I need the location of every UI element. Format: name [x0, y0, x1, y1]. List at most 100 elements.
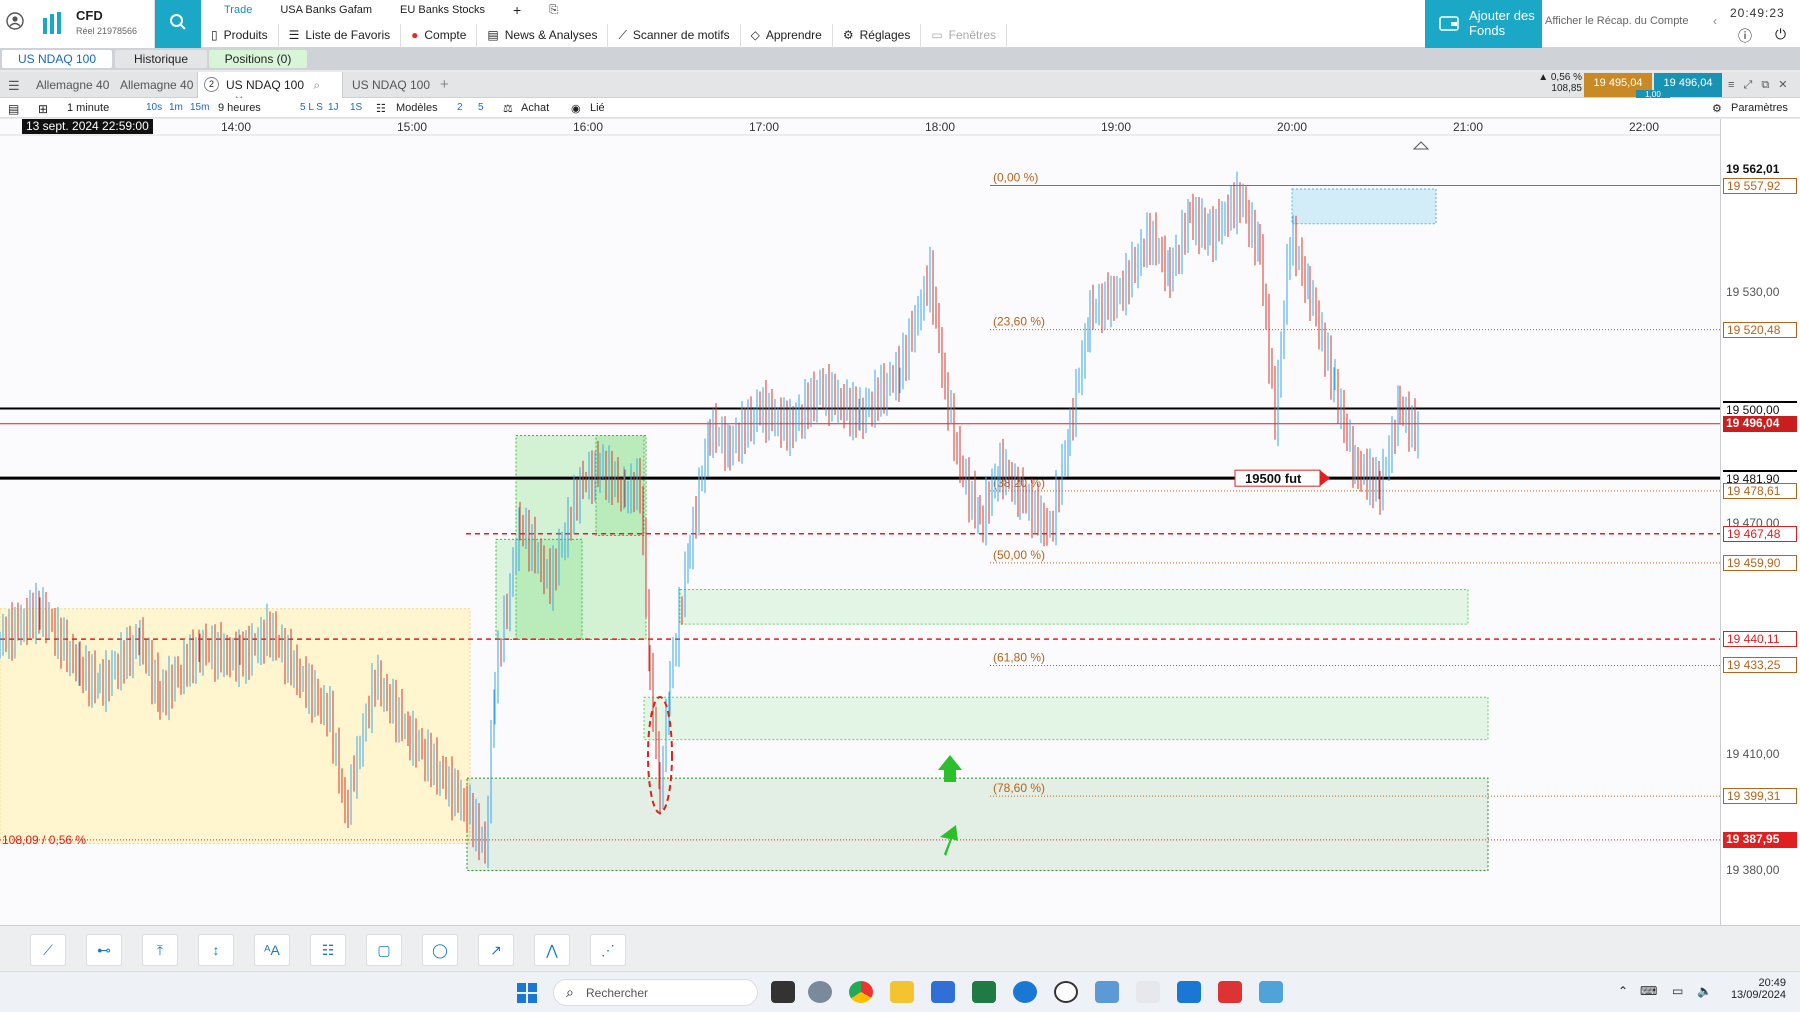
chart-tab[interactable]: US NDAQ 100 [344, 72, 438, 98]
instrument-tab[interactable]: US NDAQ 100 [2, 50, 112, 68]
path-tool[interactable]: ⋀ [534, 934, 570, 966]
period-1j[interactable]: 1J [328, 102, 339, 113]
pin-icon[interactable]: ⎘ [535, 2, 572, 22]
menu-news[interactable]: ▤ News & Analyses [477, 24, 609, 48]
popout-icon[interactable]: ⧉ [1761, 79, 1769, 91]
add-tab-button[interactable]: + [499, 0, 535, 20]
horizontal-line-tool[interactable]: ⤒ [142, 934, 178, 966]
search-icon [170, 14, 186, 30]
fibonacci-tool[interactable]: ☷ [310, 934, 346, 966]
logo-icon [43, 12, 61, 34]
price-chart[interactable]: (0,00 %) (23,60 %) (38,20 %) (50,00 %) (61,8… [0, 119, 1800, 925]
time-tick-label: 22:00 [1629, 120, 1660, 134]
rectangle-tool[interactable]: ▢ [366, 934, 402, 966]
price-axis[interactable]: 19 562,01 19 557,92 19 520,48 19 500,00 19 4… [1720, 119, 1800, 925]
os-taskbar: ⌕ Rechercher ⌃ ⌨ ▭ 🔈 20:49 13/09/2024 [0, 971, 1800, 1012]
volume-icon[interactable]: 🔈 [1697, 984, 1712, 998]
tf-1m[interactable]: 1m [169, 102, 183, 113]
menu-scanner[interactable]: ⟋ Scanner de motifs [608, 24, 741, 48]
account-recap-link[interactable]: Afficher le Récap. du Compte [1545, 15, 1688, 27]
close-icon[interactable]: ✕ [1778, 79, 1787, 91]
chart-tab-active[interactable]: 2 US NDAQ 100 ⌕ ✕ [197, 72, 343, 107]
chart-plot[interactable]: (0,00 %)(23,60 %)(38,20 %)(50,00 %)(61,8… [0, 119, 1720, 925]
models-icon[interactable]: ☷ [376, 102, 386, 115]
menu-compte[interactable]: ● Compte [401, 24, 478, 48]
text-tool[interactable]: ᴬA [254, 934, 290, 966]
search-button[interactable] [155, 0, 201, 48]
wallet-icon [1439, 16, 1459, 31]
params-button[interactable]: Paramètres [1731, 102, 1788, 114]
keyboard-icon[interactable]: ⌨ [1640, 984, 1657, 998]
fib-level-label: (61,80 %) [993, 650, 1045, 664]
price-axis-label: 19 467,48 [1723, 525, 1797, 542]
layout-icon[interactable]: ▤ [8, 102, 19, 116]
snip-icon[interactable] [1218, 981, 1242, 1003]
positions-tab[interactable]: Positions (0) [209, 50, 307, 68]
tab-trade[interactable]: Trade [210, 2, 266, 22]
trend-line-tool[interactable]: ⟋ [30, 934, 66, 966]
green-zone [679, 588, 1469, 625]
taskbar-search[interactable]: ⌕ Rechercher [553, 979, 758, 1006]
home-marker-icon [1412, 141, 1430, 150]
excel-icon[interactable] [972, 981, 996, 1003]
pen-icon[interactable] [1136, 981, 1160, 1003]
history-tab[interactable]: Historique [115, 50, 207, 68]
link-icon[interactable]: ◉ [571, 102, 581, 115]
menu-reglages[interactable]: ⚙ Réglages [833, 24, 922, 48]
expand-icon[interactable]: ⤢ [1743, 79, 1752, 91]
model-5[interactable]: 5 [478, 102, 484, 113]
model-2[interactable]: 2 [457, 102, 463, 113]
chart-app-icon[interactable] [931, 981, 955, 1003]
period-select[interactable]: 9 heures [218, 102, 261, 114]
store-icon[interactable] [1177, 981, 1201, 1003]
grid-icon[interactable]: ⊞ [38, 102, 48, 116]
settings-app-icon[interactable] [808, 981, 832, 1003]
power-icon[interactable]: ⏻ [1775, 26, 1786, 43]
menu-apprendre[interactable]: ◇ Apprendre [741, 24, 833, 48]
horizontal-segment-tool[interactable]: ⊷ [86, 934, 122, 966]
info-icon[interactable]: ⓘ [1738, 26, 1752, 46]
user-icon[interactable] [6, 12, 24, 30]
period-5ls[interactable]: 5 L S [300, 102, 323, 113]
timeframe-select[interactable]: 1 minute [67, 102, 109, 114]
chevron-up-icon[interactable]: ⌃ [1618, 984, 1628, 998]
tab-usa-banks[interactable]: USA Banks Gafam [266, 2, 386, 22]
menu-fenetres[interactable]: ▭ Fenêtres [921, 24, 1008, 48]
network-icon[interactable]: ▭ [1672, 984, 1683, 998]
buy-mode-button[interactable]: Achat [521, 102, 549, 114]
menu-favoris[interactable]: ☰ Liste de Favoris [279, 24, 402, 48]
collapse-icon[interactable]: ‹ [1713, 14, 1717, 28]
b-app-icon[interactable] [1054, 981, 1078, 1003]
period-1s[interactable]: 1S [350, 102, 362, 113]
menu-icon[interactable]: ≡ [1728, 79, 1734, 91]
tab-eu-banks[interactable]: EU Banks Stocks [386, 2, 499, 22]
menu-icon[interactable]: ☰ [8, 78, 20, 94]
edge-icon[interactable] [1013, 981, 1037, 1003]
price-axis-label: 19 496,04 [1723, 415, 1797, 432]
linked-button[interactable]: Lié [590, 102, 605, 114]
ellipse-tool[interactable]: ◯ [422, 934, 458, 966]
task-view-icon[interactable] [771, 981, 795, 1003]
windows-start-icon[interactable] [516, 982, 538, 1004]
top-header: CFD Réel 21978566 Trade USA Banks Gafam … [0, 0, 1800, 48]
add-chart-tab-button[interactable]: + [440, 76, 449, 93]
menu-produits[interactable]: ▯ Produits [201, 24, 279, 48]
models-button[interactable]: Modèles [396, 102, 438, 114]
add-funds-button[interactable]: Ajouter des Fonds [1425, 0, 1542, 48]
mail-icon[interactable] [1095, 981, 1119, 1003]
chrome-icon[interactable] [849, 981, 873, 1003]
chart-tab[interactable]: Allemagne 40 [112, 72, 201, 98]
scale-icon[interactable]: ⚖ [503, 102, 513, 115]
pattern-tool[interactable]: ⋰ [590, 934, 626, 966]
settings-icon[interactable]: ⚙ [1712, 102, 1722, 115]
folder-icon[interactable] [890, 981, 914, 1003]
search-icon[interactable]: ⌕ [313, 78, 320, 92]
remote-icon[interactable] [1259, 981, 1283, 1003]
chart-tab[interactable]: Allemagne 40 [28, 72, 117, 98]
tf-15m[interactable]: 15m [190, 102, 209, 113]
vertical-line-tool[interactable]: ↕ [198, 934, 234, 966]
arrow-tool[interactable]: ↗ [478, 934, 514, 966]
tf-10s[interactable]: 10s [146, 102, 162, 113]
price-axis-label: 19 440,11 [1723, 631, 1797, 648]
account-id: Réel 21978566 [76, 26, 138, 36]
